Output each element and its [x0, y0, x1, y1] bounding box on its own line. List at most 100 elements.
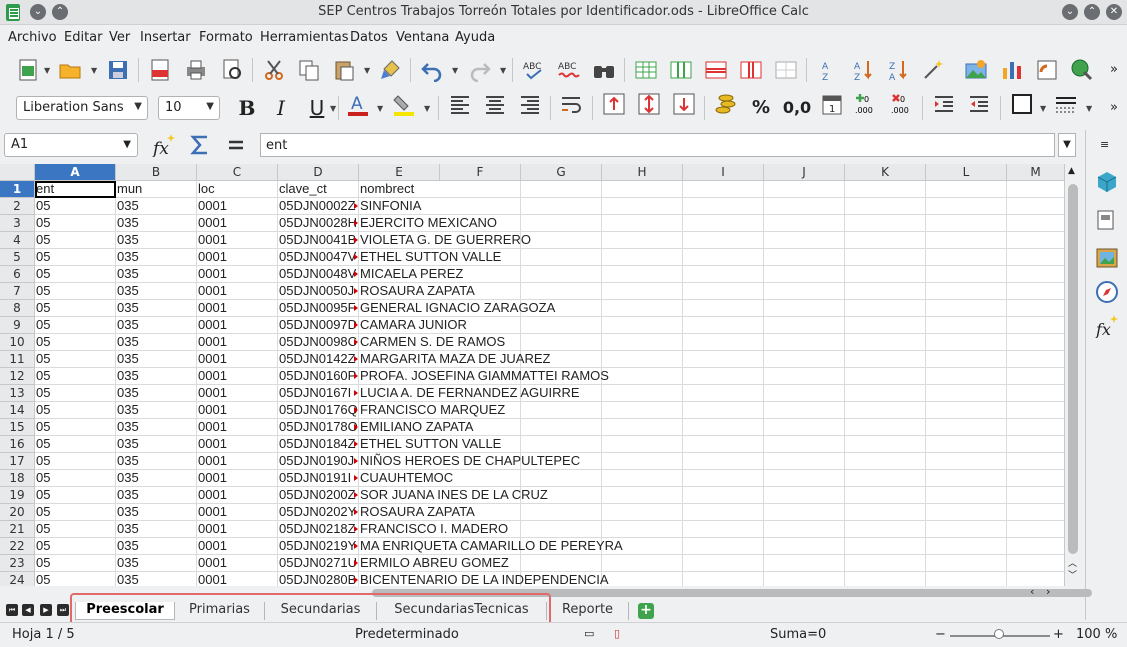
cell-a14[interactable]: 05	[35, 402, 116, 419]
cell-k15[interactable]	[845, 419, 926, 436]
cell-c22[interactable]: 0001	[197, 538, 278, 555]
cell-a13[interactable]: 05	[35, 385, 116, 402]
open-folder-icon[interactable]	[56, 56, 84, 84]
row-header[interactable]: 8	[0, 300, 35, 317]
cell-j7[interactable]	[764, 283, 845, 300]
highlight-color-icon[interactable]	[390, 90, 418, 118]
cell-j8[interactable]	[764, 300, 845, 317]
align-top-icon[interactable]	[600, 90, 628, 118]
cell-i14[interactable]	[683, 402, 764, 419]
cell-m17[interactable]	[1007, 453, 1064, 470]
sort-icon[interactable]: AZ	[814, 56, 842, 84]
cell-l20[interactable]	[926, 504, 1007, 521]
cell-a12[interactable]: 05	[35, 368, 116, 385]
cell-c3[interactable]: 0001	[197, 215, 278, 232]
cell-c5[interactable]: 0001	[197, 249, 278, 266]
sum-icon[interactable]	[186, 131, 214, 159]
cell-a11[interactable]: 05	[35, 351, 116, 368]
cell-a24[interactable]: 05	[35, 572, 116, 586]
cell-a23[interactable]: 05	[35, 555, 116, 572]
percent-format-button[interactable]: %	[748, 96, 774, 120]
cell-i10[interactable]	[683, 334, 764, 351]
row-header[interactable]: 2	[0, 198, 35, 215]
cell-j6[interactable]	[764, 266, 845, 283]
cell-i24[interactable]	[683, 572, 764, 586]
cell-i15[interactable]	[683, 419, 764, 436]
scroll-left-icon[interactable]: ‹	[1030, 585, 1034, 598]
cell-i5[interactable]	[683, 249, 764, 266]
merge-cells-icon[interactable]	[772, 56, 800, 84]
cell-i2[interactable]	[683, 198, 764, 215]
cell-l1[interactable]	[926, 181, 1007, 198]
cell-l10[interactable]	[926, 334, 1007, 351]
cell-l18[interactable]	[926, 470, 1007, 487]
cell-j4[interactable]	[764, 232, 845, 249]
cell-c14[interactable]: 0001	[197, 402, 278, 419]
cell-e19[interactable]: SOR JUANA INES DE LA CRUZ	[359, 487, 683, 504]
menu-datos[interactable]: Datos	[350, 30, 388, 45]
cell-b19[interactable]: 035	[116, 487, 197, 504]
menu-editar[interactable]: Editar	[64, 30, 103, 45]
cell-k23[interactable]	[845, 555, 926, 572]
cell-i6[interactable]	[683, 266, 764, 283]
formula-icon[interactable]	[222, 131, 250, 159]
cell-k4[interactable]	[845, 232, 926, 249]
cell-m23[interactable]	[1007, 555, 1064, 572]
row-header[interactable]: 4	[0, 232, 35, 249]
cell-k10[interactable]	[845, 334, 926, 351]
cell-d15[interactable]: 05DJN0178O	[278, 419, 359, 436]
cell-a8[interactable]: 05	[35, 300, 116, 317]
cell-b3[interactable]: 035	[116, 215, 197, 232]
menu-insertar[interactable]: Insertar	[140, 30, 191, 45]
cell-c6[interactable]: 0001	[197, 266, 278, 283]
cell-e17[interactable]: NIÑOS HEROES DE CHAPULTEPEC	[359, 453, 683, 470]
cell-l11[interactable]	[926, 351, 1007, 368]
tab-preescolar[interactable]: Preescolar	[75, 602, 175, 620]
column-header-l[interactable]: L	[926, 164, 1007, 181]
cell-k20[interactable]	[845, 504, 926, 521]
column-header-g[interactable]: G	[521, 164, 602, 181]
column-header-a[interactable]: A	[35, 164, 116, 181]
cell-l13[interactable]	[926, 385, 1007, 402]
toolbar-overflow-icon[interactable]: »	[1110, 100, 1118, 115]
clone-formatting-icon[interactable]	[376, 56, 404, 84]
cell-b21[interactable]: 035	[116, 521, 197, 538]
cell-l3[interactable]	[926, 215, 1007, 232]
cell-e16[interactable]: ETHEL SUTTON VALLE	[359, 436, 683, 453]
tab-secundarias-tecnicas[interactable]: SecundariasTecnicas	[377, 602, 547, 620]
cell-d10[interactable]: 05DJN0098C	[278, 334, 359, 351]
function-wizard-icon[interactable]: fx	[150, 131, 178, 159]
cell-j21[interactable]	[764, 521, 845, 538]
cell-b8[interactable]: 035	[116, 300, 197, 317]
cell-m20[interactable]	[1007, 504, 1064, 521]
cell-k18[interactable]	[845, 470, 926, 487]
cell-d13[interactable]: 05DJN0167I	[278, 385, 359, 402]
cell-m12[interactable]	[1007, 368, 1064, 385]
cell-a19[interactable]: 05	[35, 487, 116, 504]
cut-icon[interactable]	[260, 56, 288, 84]
auto-spellcheck-icon[interactable]: ABC	[555, 56, 583, 84]
cell-k7[interactable]	[845, 283, 926, 300]
cell-b24[interactable]: 035	[116, 572, 197, 586]
cell-c18[interactable]: 0001	[197, 470, 278, 487]
cell-a20[interactable]: 05	[35, 504, 116, 521]
cell-l8[interactable]	[926, 300, 1007, 317]
cell-c7[interactable]: 0001	[197, 283, 278, 300]
styles-icon[interactable]	[1095, 208, 1119, 232]
cell-k19[interactable]	[845, 487, 926, 504]
cell-l12[interactable]	[926, 368, 1007, 385]
row-header[interactable]: 6	[0, 266, 35, 283]
cell-d9[interactable]: 05DJN0097D	[278, 317, 359, 334]
scroll-up-icon[interactable]: ▲	[1068, 166, 1075, 176]
cell-a9[interactable]: 05	[35, 317, 116, 334]
menu-ver[interactable]: Ver	[109, 30, 130, 45]
page-style[interactable]: Predeterminado	[355, 627, 459, 642]
cell-l4[interactable]	[926, 232, 1007, 249]
cell-m7[interactable]	[1007, 283, 1064, 300]
date-format-icon[interactable]: 1	[818, 90, 846, 118]
cell-e22[interactable]: MA ENRIQUETA CAMARILLO DE PEREYRA	[359, 538, 683, 555]
cell-i16[interactable]	[683, 436, 764, 453]
tab-reporte[interactable]: Reporte	[547, 602, 629, 620]
scroll-down-icon[interactable]: ﹀	[1068, 568, 1077, 581]
border-style-icon[interactable]	[1052, 90, 1080, 118]
